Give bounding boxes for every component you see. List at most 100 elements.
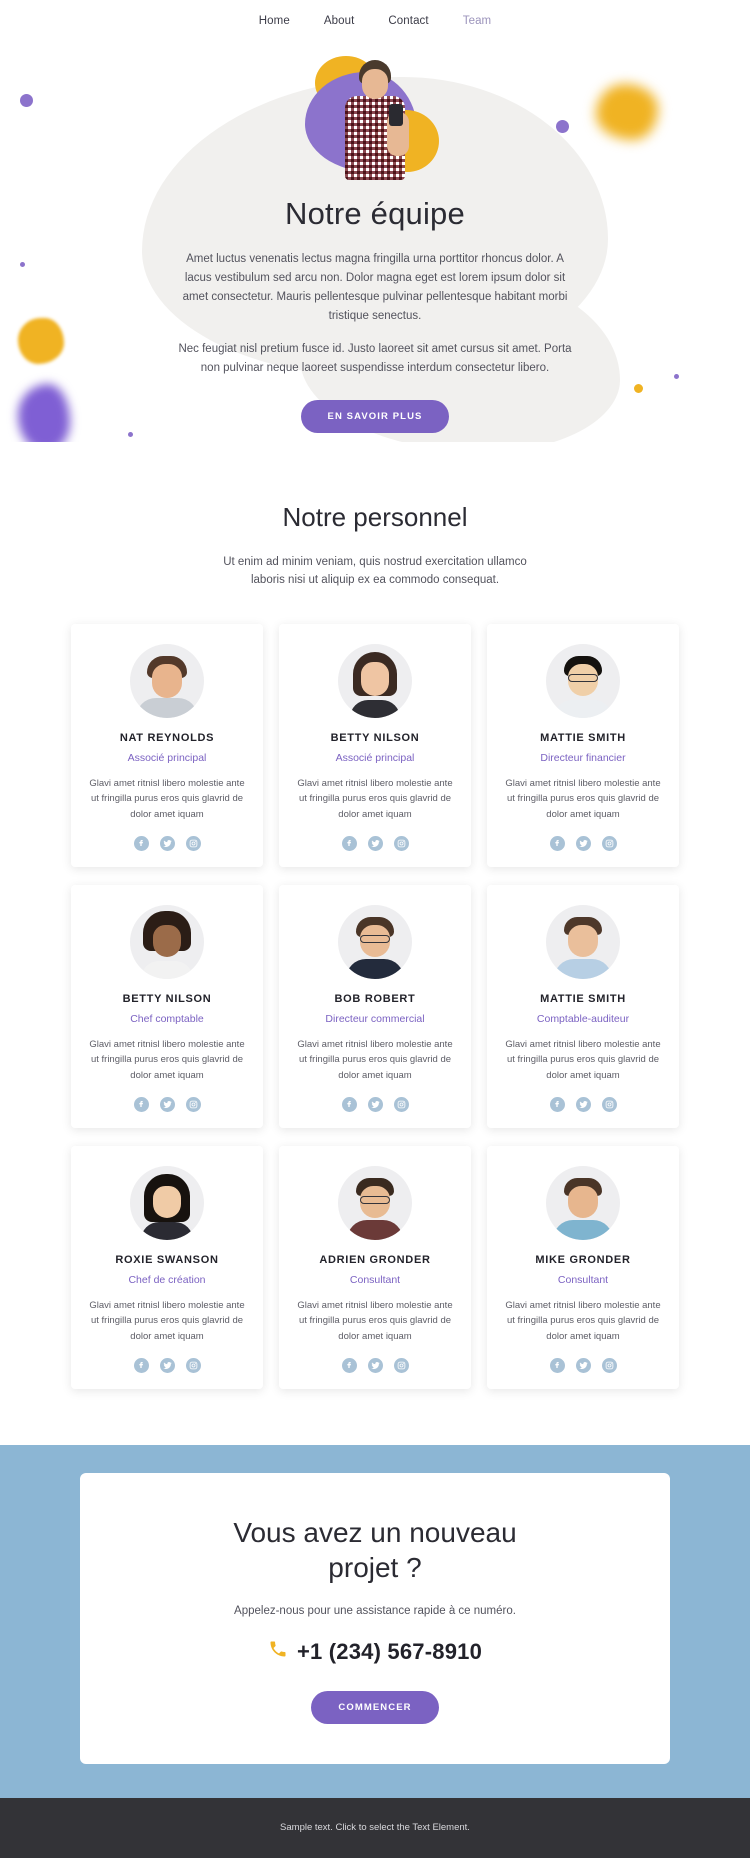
avatar-face (361, 661, 389, 696)
instagram-icon[interactable] (601, 835, 617, 851)
nav-item-about[interactable]: About (324, 15, 355, 27)
team-section: Notre personnel Ut enim ad minim veniam,… (0, 442, 750, 1445)
avatar-body (347, 1219, 403, 1240)
twitter-icon[interactable] (575, 835, 591, 851)
instagram-icon[interactable] (185, 1357, 201, 1373)
team-member-card[interactable]: MIKE GRONDER Consultant Glavi amet ritnisl… (487, 1145, 679, 1389)
hero-person-phone (389, 104, 403, 126)
team-member-socials (85, 1357, 249, 1373)
nav-item-home[interactable]: Home (259, 15, 290, 27)
cta-phone-number[interactable]: +1 (234) 567-8910 (297, 1639, 482, 1665)
instagram-icon[interactable] (393, 835, 409, 851)
team-member-description: Glavi amet ritnisl libero molestie ante … (505, 777, 661, 821)
avatar (130, 904, 204, 979)
hero-content: Notre équipe Amet luctus venenatis lectu… (0, 42, 750, 433)
team-member-socials (501, 1357, 665, 1373)
footer-text[interactable]: Sample text. Click to select the Text El… (280, 1822, 470, 1833)
instagram-icon[interactable] (185, 835, 201, 851)
team-member-role: Consultant (349, 1273, 401, 1286)
team-member-name: ROXIE SWANSON (115, 1253, 219, 1266)
team-member-name: BETTY NILSON (122, 992, 212, 1005)
nav-item-team[interactable]: Team (463, 15, 492, 27)
twitter-icon[interactable] (575, 1357, 591, 1373)
twitter-icon[interactable] (159, 1096, 175, 1112)
facebook-icon[interactable] (133, 835, 149, 851)
avatar (338, 643, 412, 718)
get-started-button[interactable]: COMMENCER (311, 1690, 439, 1724)
twitter-icon[interactable] (159, 835, 175, 851)
team-member-card[interactable]: BETTY NILSON Chef comptable Glavi amet rit… (71, 884, 263, 1128)
facebook-icon[interactable] (341, 835, 357, 851)
facebook-icon[interactable] (133, 1357, 149, 1373)
team-member-socials (293, 1096, 457, 1112)
team-member-name: NAT REYNOLDS (119, 731, 215, 744)
avatar-face (568, 1185, 598, 1218)
team-member-card[interactable]: BOB ROBERT Directeur commercial Glavi amet… (279, 884, 471, 1128)
learn-more-button[interactable]: EN SAVOIR PLUS (300, 399, 450, 433)
team-section-title: Notre personnel (282, 502, 468, 532)
nav-item-contact[interactable]: Contact (388, 15, 428, 27)
team-member-role: Comptable-auditeur (536, 1012, 630, 1025)
instagram-icon[interactable] (185, 1096, 201, 1112)
team-member-description: Glavi amet ritnisl libero molestie ante … (89, 1299, 245, 1343)
team-member-name: ADRIEN GRONDER (319, 1253, 431, 1266)
twitter-icon[interactable] (159, 1357, 175, 1373)
avatar-face (153, 1185, 181, 1218)
avatar (130, 643, 204, 718)
facebook-icon[interactable] (549, 835, 565, 851)
avatar-body (346, 958, 404, 979)
avatar-glasses (360, 1195, 390, 1204)
team-member-socials (501, 835, 665, 851)
team-member-card[interactable]: BETTY NILSON Associé principal Glavi amet … (279, 623, 471, 867)
team-member-name: MIKE GRONDER (535, 1253, 631, 1266)
twitter-icon[interactable] (367, 835, 383, 851)
facebook-icon[interactable] (341, 1096, 357, 1112)
team-member-description: Glavi amet ritnisl libero molestie ante … (505, 1038, 661, 1082)
avatar-body (141, 960, 193, 979)
hero-illustration (295, 52, 455, 182)
instagram-icon[interactable] (393, 1357, 409, 1373)
avatar-body (553, 1219, 613, 1240)
twitter-icon[interactable] (575, 1096, 591, 1112)
team-grid: NAT REYNOLDS Associé principal Glavi amet … (0, 623, 750, 1389)
team-member-card[interactable]: MATTIE SMITH Comptable-auditeur Glavi amet… (487, 884, 679, 1128)
team-member-description: Glavi amet ritnisl libero molestie ante … (89, 777, 245, 821)
team-member-socials (293, 835, 457, 851)
team-member-description: Glavi amet ritnisl libero molestie ante … (297, 1299, 453, 1343)
twitter-icon[interactable] (367, 1096, 383, 1112)
avatar (546, 904, 620, 979)
team-member-socials (501, 1096, 665, 1112)
team-member-socials (293, 1357, 457, 1373)
instagram-icon[interactable] (601, 1096, 617, 1112)
facebook-icon[interactable] (341, 1357, 357, 1373)
facebook-icon[interactable] (549, 1096, 565, 1112)
team-member-role: Directeur financier (540, 751, 626, 764)
avatar-glasses (360, 934, 390, 943)
team-member-card[interactable]: NAT REYNOLDS Associé principal Glavi amet … (71, 623, 263, 867)
team-member-card[interactable]: MATTIE SMITH Directeur financier Glavi ame… (487, 623, 679, 867)
team-member-role: Associé principal (335, 751, 415, 764)
page-root: Home About Contact Team Notre équipe Ame… (0, 0, 750, 1858)
team-member-role: Consultant (557, 1273, 609, 1286)
hero-section: Notre équipe Amet luctus venenatis lectu… (0, 42, 750, 442)
team-member-role: Associé principal (127, 751, 207, 764)
avatar-face (152, 663, 182, 698)
hero-paragraph-1: Amet luctus venenatis lectus magna fring… (182, 253, 568, 322)
team-member-card[interactable]: ADRIEN GRONDER Consultant Glavi amet ritni… (279, 1145, 471, 1389)
team-member-card[interactable]: ROXIE SWANSON Chef de création Glavi amet … (71, 1145, 263, 1389)
twitter-icon[interactable] (367, 1357, 383, 1373)
cta-card: Vous avez un nouveau projet ? Appelez-no… (80, 1472, 670, 1764)
cta-phone-row[interactable]: +1 (234) 567-8910 (120, 1639, 630, 1665)
instagram-icon[interactable] (601, 1357, 617, 1373)
hero-person-photo (339, 60, 411, 180)
main-navigation: Home About Contact Team (0, 0, 750, 42)
team-member-description: Glavi amet ritnisl libero molestie ante … (505, 1299, 661, 1343)
facebook-icon[interactable] (133, 1096, 149, 1112)
team-section-subtitle: Ut enim ad minim veniam, quis nostrud ex… (223, 556, 527, 587)
team-member-socials (85, 1096, 249, 1112)
facebook-icon[interactable] (549, 1357, 565, 1373)
avatar (338, 904, 412, 979)
avatar-face (568, 924, 598, 957)
team-member-description: Glavi amet ritnisl libero molestie ante … (297, 1038, 453, 1082)
instagram-icon[interactable] (393, 1096, 409, 1112)
